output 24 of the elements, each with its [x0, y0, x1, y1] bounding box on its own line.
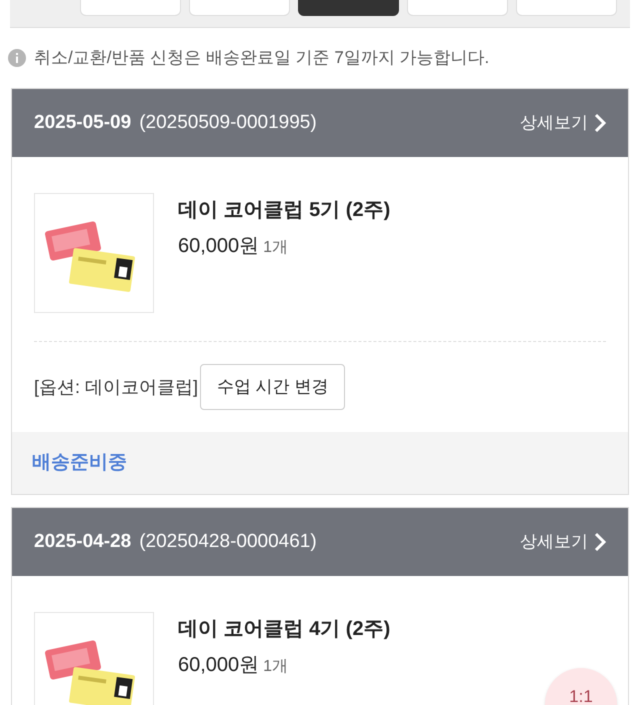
option-label: [옵션: 데이코어클럽] [34, 376, 198, 399]
filter-button[interactable] [298, 0, 399, 16]
chevron-right-icon [594, 532, 606, 552]
product-name: 데이 코어클럽 5기 (2주) [178, 198, 390, 223]
product-price: 60,000원 [178, 234, 260, 259]
order-date: 2025-05-09 [34, 110, 132, 135]
change-time-button[interactable]: 수업 시간 변경 [200, 364, 346, 410]
product-quantity: 1개 [263, 238, 288, 258]
filter-button[interactable] [80, 0, 181, 16]
detail-link[interactable]: 상세보기 [520, 110, 606, 136]
notice-text: 취소/교환/반품 신청은 배송완료일 기준 7일까지 가능합니다. [34, 47, 490, 70]
order-number: (20250509-0001995) [139, 110, 317, 135]
product-name: 데이 코어클럽 4기 (2주) [178, 617, 390, 642]
product-quantity: 1개 [263, 657, 288, 677]
order-number: (20250428-0000461) [139, 530, 317, 554]
filter-button[interactable] [189, 0, 290, 16]
info-icon [8, 49, 26, 67]
filter-button[interactable] [516, 0, 617, 16]
order-date: 2025-04-28 [34, 530, 132, 554]
chevron-right-icon [594, 113, 606, 133]
filter-button[interactable] [407, 0, 508, 16]
detail-link[interactable]: 상세보기 [520, 529, 606, 555]
order-status: 배송준비중 [32, 450, 127, 475]
product-price: 60,000원 [178, 653, 260, 678]
